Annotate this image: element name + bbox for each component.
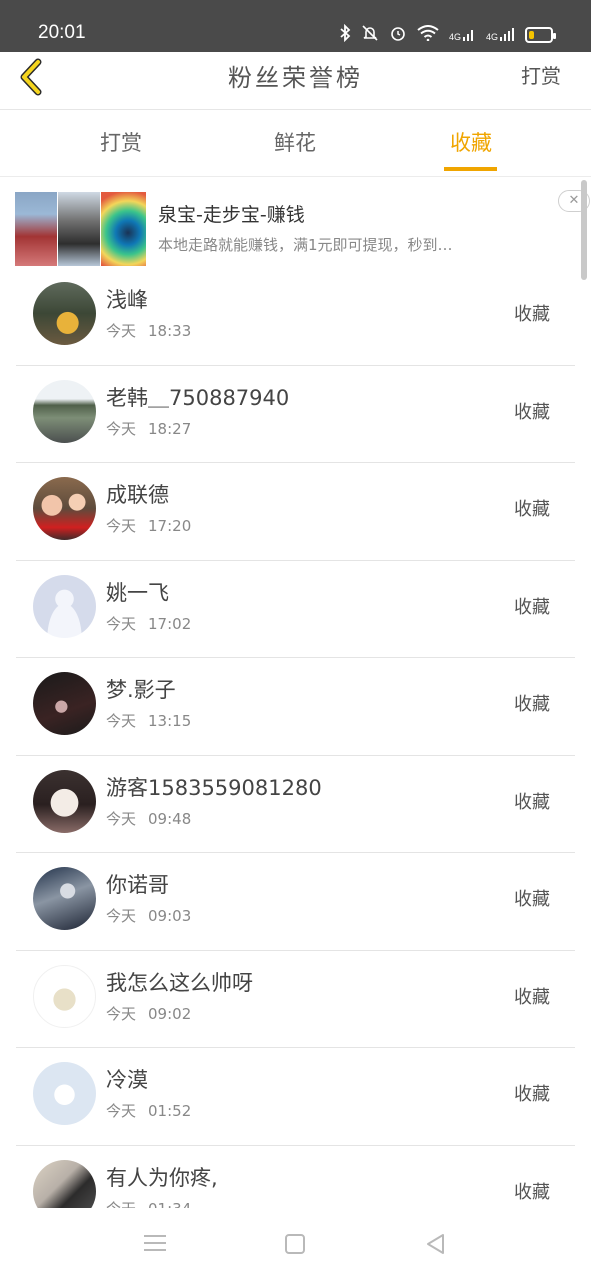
timestamp: 今天 09:48: [106, 808, 191, 829]
user-name: 浅峰: [106, 288, 148, 312]
ad-banner[interactable]: 泉宝-走步宝-赚钱 本地走路就能赚钱，满1元即可提现，秒到…: [0, 178, 591, 270]
timestamp-day: 今天: [106, 1102, 137, 1120]
list-item[interactable]: 成联德 今天 17:20 收藏: [0, 463, 591, 561]
timestamp: 今天 18:33: [106, 320, 191, 341]
action-label: 收藏: [514, 791, 550, 813]
action-label: 收藏: [514, 304, 550, 325]
timestamp-day: 今天: [106, 712, 137, 730]
timestamp: 今天 18:27: [106, 418, 191, 439]
avatar: [33, 379, 96, 443]
user-name: 成联德: [106, 483, 169, 507]
tab-bar: 打赏 鲜花 收藏: [0, 111, 591, 177]
net-label: 4G: [448, 32, 461, 42]
avatar: [33, 672, 96, 735]
list-item[interactable]: 梦.影子 今天 13:15 收藏: [0, 658, 591, 756]
avatar: [33, 769, 96, 833]
tab-tips[interactable]: 打赏: [76, 127, 166, 157]
list-item[interactable]: 游客1583559081280 今天 09:48 收藏: [0, 756, 591, 854]
timestamp: 今天 17:20: [106, 515, 191, 536]
user-name: 我怎么这么帅呀: [106, 970, 253, 995]
timestamp: 今天 01:52: [106, 1100, 191, 1121]
battery-icon: [525, 27, 556, 43]
list-item[interactable]: 你诺哥 今天 09:03 收藏: [0, 853, 591, 951]
user-name: 游客1583559081280: [106, 775, 322, 800]
menu-icon[interactable]: [144, 1235, 166, 1253]
net-label: 4G: [485, 32, 498, 42]
timestamp-day: 今天: [106, 614, 137, 633]
timestamp-time: 13:15: [148, 712, 192, 730]
timestamp-day: 今天: [106, 517, 137, 535]
avatar: [33, 964, 96, 1028]
avatar: [33, 574, 96, 638]
ad-description: 本地走路就能赚钱，满1元即可提现，秒到…: [158, 236, 453, 254]
back-triangle-icon[interactable]: [424, 1232, 448, 1256]
tab-flowers[interactable]: 鲜花: [250, 127, 340, 157]
list-item[interactable]: 姚一飞 今天 17:02 收藏: [0, 561, 591, 659]
action-label: 收藏: [514, 401, 550, 423]
active-tab-indicator: [444, 167, 497, 171]
timestamp: 今天 09:02: [106, 1003, 191, 1024]
ad-image: [15, 192, 57, 266]
avatar: [33, 867, 96, 930]
action-label: 收藏: [514, 1181, 550, 1203]
fan-list: 浅峰 今天 18:33 收藏 老韩＿750887940 今天 18:27 收藏 成联…: [0, 268, 591, 1243]
list-item[interactable]: 我怎么这么帅呀 今天 09:02 收藏: [0, 951, 591, 1049]
system-nav-bar: [0, 1208, 591, 1280]
list-item[interactable]: 冷漠 今天 01:52 收藏: [0, 1048, 591, 1146]
timestamp-time: 09:02: [148, 1004, 192, 1023]
avatar: [33, 1062, 96, 1125]
action-label: 收藏: [514, 694, 550, 715]
signal-icon: 4G: [486, 28, 515, 42]
home-square-icon[interactable]: [285, 1234, 305, 1254]
timestamp-day: 今天: [106, 1004, 137, 1023]
timestamp-time: 09:48: [148, 809, 192, 828]
status-icons: 4G 4G: [339, 23, 556, 46]
timestamp-time: 01:52: [148, 1102, 192, 1120]
wifi-icon: [417, 25, 439, 45]
user-name: 你诺哥: [106, 873, 169, 897]
timestamp-time: 18:27: [148, 419, 192, 438]
action-label: 收藏: [514, 986, 550, 1008]
page-title: 粉丝荣誉榜: [228, 64, 363, 92]
timestamp: 今天 13:15: [106, 710, 191, 731]
status-bar: 20:01 4G 4G: [0, 0, 591, 52]
user-name: 老韩＿750887940: [106, 385, 290, 410]
action-label: 收藏: [514, 596, 550, 618]
battery-fill: [529, 31, 534, 39]
bluetooth-icon: [339, 23, 351, 46]
timestamp-time: 17:20: [148, 517, 192, 535]
ad-image: [58, 192, 100, 266]
user-name: 冷漠: [106, 1068, 148, 1092]
action-label: 收藏: [514, 889, 550, 910]
tip-button[interactable]: 打赏: [521, 60, 561, 89]
scrollbar[interactable]: [581, 180, 587, 280]
avatar: [33, 477, 96, 540]
list-item[interactable]: 浅峰 今天 18:33 收藏: [0, 268, 591, 366]
ad-image: [101, 192, 146, 266]
action-label: 收藏: [514, 499, 550, 520]
status-time: 20:01: [38, 22, 86, 43]
avatar: [33, 282, 96, 345]
user-name: 姚一飞: [106, 580, 169, 605]
timestamp-time: 18:33: [148, 322, 192, 340]
bell-off-icon: [361, 24, 379, 46]
timestamp-time: 17:02: [148, 614, 192, 633]
timestamp-day: 今天: [106, 809, 137, 828]
list-item[interactable]: 老韩＿750887940 今天 18:27 收藏: [0, 366, 591, 464]
tab-favorites[interactable]: 收藏: [426, 127, 516, 157]
timestamp-day: 今天: [106, 419, 137, 438]
timestamp: 今天 17:02: [106, 613, 191, 634]
header: 粉丝荣誉榜 打赏: [0, 52, 591, 110]
timestamp-time: 09:03: [148, 907, 192, 925]
timestamp: 今天 09:03: [106, 905, 191, 926]
signal-icon: 4G: [449, 28, 476, 42]
action-label: 收藏: [514, 1084, 550, 1105]
timestamp-day: 今天: [106, 907, 137, 925]
user-name: 有人为你疼,: [106, 1165, 218, 1190]
ad-title: 泉宝-走步宝-赚钱: [158, 204, 305, 226]
user-name: 梦.影子: [106, 678, 176, 702]
timestamp-day: 今天: [106, 322, 137, 340]
alarm-icon: [389, 24, 407, 46]
